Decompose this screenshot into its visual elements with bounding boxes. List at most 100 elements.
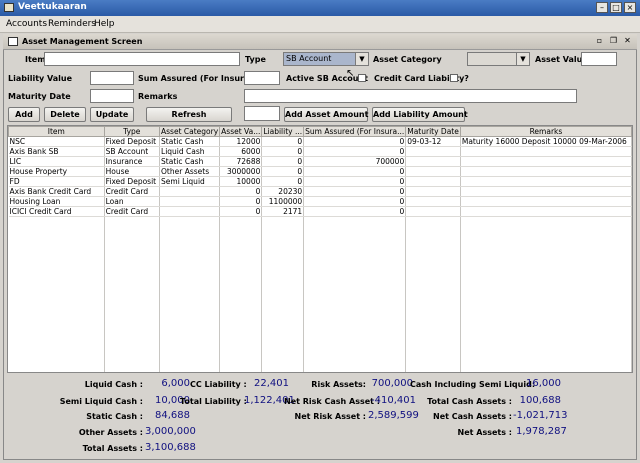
- column-header-asset-value[interactable]: Asset Va...: [219, 126, 263, 137]
- cell-maturity-date[interactable]: [405, 146, 461, 157]
- column-header-item[interactable]: Item: [8, 126, 105, 137]
- cell-remarks[interactable]: [460, 156, 632, 167]
- column-header-asset-category[interactable]: Asset Category: [159, 126, 221, 137]
- cell-sum-assured[interactable]: 0: [303, 166, 407, 177]
- cell-liability[interactable]: 20230: [261, 186, 305, 197]
- cell-sum-assured[interactable]: 0: [303, 196, 407, 207]
- add-button[interactable]: Add: [8, 107, 40, 122]
- cell-asset-category[interactable]: Static Cash: [159, 136, 221, 147]
- frame-maximize-icon[interactable]: ❐: [609, 37, 618, 46]
- cell-item[interactable]: Axis Bank Credit Card: [8, 186, 105, 197]
- cell-sum-assured[interactable]: 0: [303, 176, 407, 187]
- cell-item[interactable]: House Property: [8, 166, 105, 177]
- cell-maturity-date[interactable]: [405, 176, 461, 187]
- cell-maturity-date[interactable]: [405, 186, 461, 197]
- cell-remarks[interactable]: [460, 166, 632, 177]
- cell-maturity-date[interactable]: [405, 166, 461, 177]
- cell-sum-assured[interactable]: 0: [303, 136, 407, 147]
- cell-sum-assured[interactable]: 0: [303, 206, 407, 217]
- cell-sum-assured[interactable]: 700000: [303, 156, 407, 167]
- active-sb-checkbox[interactable]: [358, 74, 366, 82]
- cell-remarks[interactable]: Maturity 16000 Deposit 10000 09-Mar-2006: [460, 136, 632, 147]
- amount-input[interactable]: [244, 106, 280, 121]
- cell-maturity-date[interactable]: [405, 196, 461, 207]
- cell-liability[interactable]: 0: [261, 136, 305, 147]
- update-button[interactable]: Update: [90, 107, 134, 122]
- cell-asset-value[interactable]: 6000: [219, 146, 263, 157]
- cell-asset-value[interactable]: 72688: [219, 156, 263, 167]
- cell-liability[interactable]: 0: [261, 146, 305, 157]
- cell-maturity-date[interactable]: 09-03-12: [405, 136, 461, 147]
- item-input[interactable]: [44, 52, 240, 66]
- cell-item[interactable]: LIC: [8, 156, 105, 167]
- chevron-down-icon[interactable]: ▼: [516, 53, 529, 65]
- cell-asset-category[interactable]: Static Cash: [159, 156, 221, 167]
- cell-remarks[interactable]: [460, 206, 632, 217]
- cell-sum-assured[interactable]: 0: [303, 146, 407, 157]
- cell-type[interactable]: House: [104, 166, 161, 177]
- credit-card-checkbox[interactable]: [450, 74, 458, 82]
- cell-asset-category[interactable]: Other Assets: [159, 166, 221, 177]
- cell-liability[interactable]: 0: [261, 156, 305, 167]
- cell-maturity-date[interactable]: [405, 206, 461, 217]
- column-header-type[interactable]: Type: [103, 126, 161, 137]
- table-row[interactable]: Axis Bank Credit Card Credit Card 0 20230 0: [8, 186, 632, 197]
- cell-type[interactable]: Fixed Deposit: [104, 176, 161, 187]
- cell-liability[interactable]: 0: [261, 166, 305, 177]
- remarks-input[interactable]: [244, 89, 577, 103]
- chevron-down-icon[interactable]: ▼: [355, 53, 368, 65]
- refresh-button[interactable]: Refresh: [146, 107, 232, 122]
- cell-type[interactable]: Loan: [104, 196, 161, 207]
- cell-liability[interactable]: 1100000: [261, 196, 305, 207]
- table-row[interactable]: NSC Fixed Deposit Static Cash 12000 0 0 09-03-…: [8, 136, 632, 147]
- asset-table[interactable]: Item Type Asset Category Asset Va... Lia…: [7, 125, 633, 373]
- cell-item[interactable]: ICICI Credit Card: [8, 206, 105, 217]
- cell-remarks[interactable]: [460, 146, 632, 157]
- sum-assured-input[interactable]: [244, 71, 280, 85]
- cell-item[interactable]: Axis Bank SB: [8, 146, 105, 157]
- cell-asset-value[interactable]: 0: [219, 186, 263, 197]
- cell-asset-value[interactable]: 10000: [219, 176, 263, 187]
- delete-button[interactable]: Delete: [44, 107, 86, 122]
- frame-minimize-icon[interactable]: ▫: [595, 37, 604, 46]
- table-row[interactable]: Axis Bank SB SB Account Liquid Cash 6000 0 0: [8, 146, 632, 157]
- column-header-remarks[interactable]: Remarks: [459, 126, 632, 137]
- cell-item[interactable]: NSC: [8, 136, 105, 147]
- maturity-date-input[interactable]: [90, 89, 134, 103]
- cell-type[interactable]: Insurance: [104, 156, 161, 167]
- column-header-maturity-date[interactable]: Maturity Date: [405, 126, 461, 137]
- table-row[interactable]: FD Fixed Deposit Semi Liquid 10000 0 0: [8, 176, 632, 187]
- cell-remarks[interactable]: [460, 186, 632, 197]
- add-asset-amount-button[interactable]: Add Asset Amount: [284, 107, 368, 122]
- cell-item[interactable]: Housing Loan: [8, 196, 105, 207]
- cell-liability[interactable]: 0: [261, 176, 305, 187]
- close-icon[interactable]: ×: [624, 2, 636, 13]
- cell-asset-category[interactable]: [159, 186, 221, 197]
- menu-reminders[interactable]: Reminders: [48, 19, 96, 29]
- frame-close-icon[interactable]: ✕: [623, 37, 632, 46]
- cell-asset-value[interactable]: 0: [219, 206, 263, 217]
- cell-asset-value[interactable]: 0: [219, 196, 263, 207]
- cell-type[interactable]: Credit Card: [104, 206, 161, 217]
- asset-category-select[interactable]: ▼: [467, 52, 530, 66]
- cell-sum-assured[interactable]: 0: [303, 186, 407, 197]
- cell-type[interactable]: Fixed Deposit: [104, 136, 161, 147]
- cell-liability[interactable]: 2171: [261, 206, 305, 217]
- cell-item[interactable]: FD: [8, 176, 105, 187]
- cell-asset-value[interactable]: 3000000: [219, 166, 263, 177]
- cell-asset-category[interactable]: Liquid Cash: [159, 146, 221, 157]
- table-row[interactable]: LIC Insurance Static Cash 72688 0 700000: [8, 156, 632, 167]
- add-liability-amount-button[interactable]: Add Liability Amount: [372, 107, 468, 122]
- menu-help[interactable]: Help: [94, 19, 115, 29]
- liability-value-input[interactable]: [90, 71, 134, 85]
- cell-asset-category[interactable]: Semi Liquid: [159, 176, 221, 187]
- table-row[interactable]: ICICI Credit Card Credit Card 0 2171 0: [8, 206, 632, 217]
- menu-accounts[interactable]: Accounts: [6, 19, 47, 29]
- cell-asset-value[interactable]: 12000: [219, 136, 263, 147]
- cell-remarks[interactable]: [460, 176, 632, 187]
- asset-value-input[interactable]: [581, 52, 617, 66]
- type-select[interactable]: SB Account ▼: [283, 52, 369, 66]
- cell-remarks[interactable]: [460, 196, 632, 207]
- minimize-icon[interactable]: –: [596, 2, 608, 13]
- cell-asset-category[interactable]: [159, 196, 221, 207]
